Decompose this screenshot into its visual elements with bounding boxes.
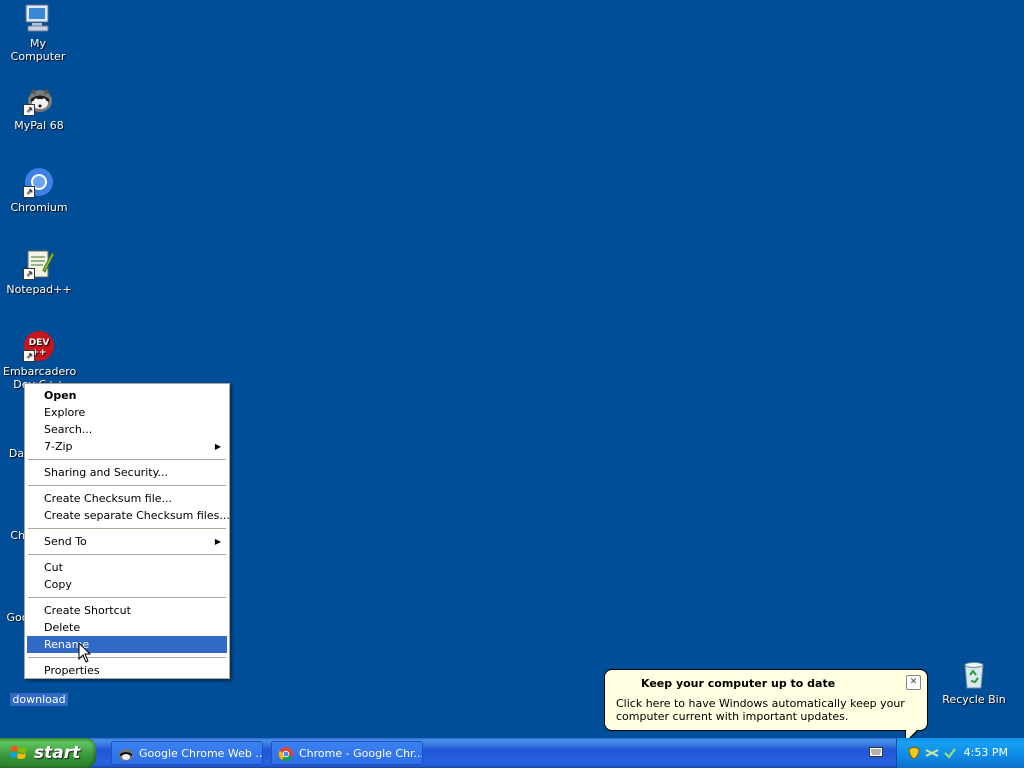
- taskbar-button-mypal[interactable]: Google Chrome Web ...: [111, 741, 263, 765]
- desktop-icon-chromium[interactable]: ↗ Chromium: [1, 166, 77, 214]
- desktop-icon-label: Notepad++: [6, 283, 72, 296]
- start-button[interactable]: start: [0, 738, 96, 768]
- shortcut-arrow-icon: ↗: [23, 268, 35, 280]
- mypal-icon: [119, 749, 133, 761]
- menu-separator: [28, 597, 226, 598]
- close-icon[interactable]: ✕: [906, 675, 921, 690]
- menu-item-open[interactable]: Open: [27, 387, 227, 404]
- chromium-icon: ↗: [23, 166, 55, 198]
- menu-item-properties[interactable]: Properties: [27, 662, 227, 679]
- desktop-icon-mypal[interactable]: ↗ MyPal 68: [1, 84, 77, 132]
- menu-item-create-separate-checksum[interactable]: Create separate Checksum files...: [27, 507, 230, 524]
- mypal-icon: ↗: [23, 84, 55, 116]
- menu-item-7zip[interactable]: 7-Zip ▶: [27, 438, 227, 455]
- desktop-icon-notepadpp[interactable]: ↗ Notepad++: [1, 248, 77, 296]
- desktop-icon-my-computer[interactable]: My Computer: [0, 2, 76, 63]
- menu-separator: [28, 485, 226, 486]
- menu-separator: [28, 554, 226, 555]
- shortcut-arrow-icon: ↗: [23, 350, 35, 362]
- update-icon[interactable]: [943, 746, 957, 760]
- menu-item-explore[interactable]: Explore: [27, 404, 227, 421]
- menu-item-rename[interactable]: Rename: [27, 636, 227, 653]
- recycle-bin-icon: [958, 658, 990, 690]
- menu-item-sharing-security[interactable]: Sharing and Security...: [27, 464, 227, 481]
- menu-item-copy[interactable]: Copy: [27, 576, 227, 593]
- update-balloon[interactable]: Keep your computer up to date Click here…: [604, 669, 928, 744]
- menu-separator: [28, 528, 226, 529]
- start-label: start: [34, 743, 81, 763]
- network-icon[interactable]: [925, 746, 939, 760]
- chrome-icon: [278, 747, 293, 762]
- taskbar-button-chrome[interactable]: Chrome - Google Chr...: [271, 741, 423, 765]
- desktop-icon-recycle-bin[interactable]: Recycle Bin: [936, 658, 1012, 706]
- my-computer-icon: [22, 2, 54, 34]
- devcpp-icon: DEV ++ ↗: [23, 330, 55, 362]
- menu-item-label: Send To: [44, 535, 87, 548]
- desktop-icon-label: Recycle Bin: [942, 693, 1006, 706]
- system-tray: 4:53 PM: [896, 738, 1024, 768]
- menu-separator: [28, 459, 226, 460]
- taskbar: start Google Chrome Web ... Chrome - Goo…: [0, 738, 1024, 768]
- svg-text:DEV: DEV: [29, 338, 50, 348]
- menu-separator: [28, 657, 226, 658]
- menu-item-search[interactable]: Search...: [27, 421, 227, 438]
- menu-item-create-checksum[interactable]: Create Checksum file...: [27, 490, 227, 507]
- desktop-icon-label: Chromium: [10, 201, 68, 214]
- shortcut-arrow-icon: ↗: [23, 186, 35, 198]
- desktop-icon-devcpp[interactable]: DEV ++ ↗ Embarcadero Dev-C++: [1, 330, 77, 391]
- clock[interactable]: 4:53 PM: [964, 738, 1008, 768]
- desktop-icon-label: MyPal 68: [14, 119, 64, 132]
- menu-item-send-to[interactable]: Send To ▶: [27, 533, 227, 550]
- menu-item-label: 7-Zip: [44, 440, 73, 453]
- desktop-icon-label-selected: download: [10, 693, 68, 706]
- context-menu: Open Explore Search... 7-Zip ▶ Sharing a…: [24, 383, 230, 679]
- mouse-cursor-icon: [78, 642, 92, 663]
- notepadpp-icon: ↗: [23, 248, 55, 280]
- balloon-title: Keep your computer up to date: [641, 677, 836, 690]
- desktop-icon-label: Embarcadero: [3, 365, 77, 378]
- submenu-arrow-icon: ▶: [214, 442, 221, 451]
- windows-logo-icon: [10, 746, 27, 759]
- menu-item-cut[interactable]: Cut: [27, 559, 227, 576]
- keyboard-icon[interactable]: [869, 746, 883, 758]
- menu-item-delete[interactable]: Delete: [27, 619, 227, 636]
- submenu-arrow-icon: ▶: [214, 537, 221, 546]
- menu-item-create-shortcut[interactable]: Create Shortcut: [27, 602, 227, 619]
- balloon-body: Click here to have Windows automatically…: [616, 697, 905, 723]
- desktop-icon-label: My Computer: [10, 37, 66, 63]
- security-shield-icon[interactable]: [907, 746, 921, 760]
- shortcut-arrow-icon: ↗: [23, 104, 35, 116]
- taskbar-button-label: Google Chrome Web ...: [139, 747, 263, 760]
- taskbar-button-label: Chrome - Google Chr...: [299, 747, 423, 760]
